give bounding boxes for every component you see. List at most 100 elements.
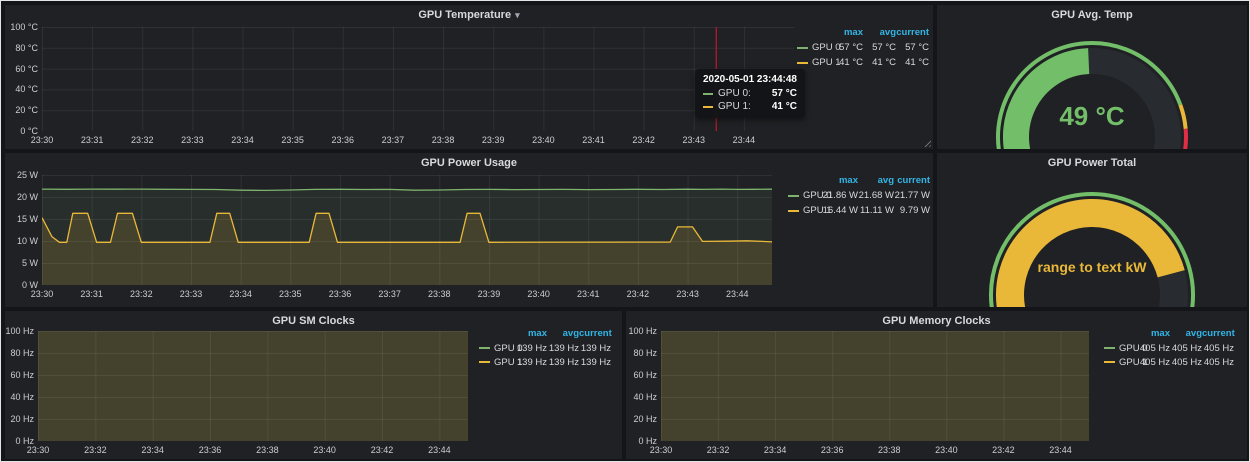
x-tick-label: 23:39 xyxy=(469,289,509,299)
legend-header-max[interactable]: max xyxy=(822,173,858,188)
x-tick-label: 23:41 xyxy=(568,289,608,299)
y-tick-label: 80 Hz xyxy=(626,348,657,358)
y-tick-label: 60 Hz xyxy=(5,370,34,380)
legend-header-current[interactable]: current xyxy=(579,327,611,341)
gpu-memory-clocks-chart[interactable]: 0 Hz20 Hz40 Hz60 Hz80 Hz100 Hz23:3023:32… xyxy=(626,311,1247,459)
legend-series-gpu-0: GPU 021.86 W21.68 W21.77 W xyxy=(788,188,930,203)
series-fill-gpu-1 xyxy=(661,331,1089,441)
gpu-power-usage-plot-area[interactable] xyxy=(42,175,772,285)
y-tick-label: 60 Hz xyxy=(626,370,657,380)
panel-title-text: GPU Memory Clocks xyxy=(882,315,990,327)
legend-value: 139 Hz xyxy=(579,343,611,354)
legend-header-current[interactable]: current xyxy=(1202,327,1234,341)
gpu-sm-clocks-plot-area[interactable] xyxy=(38,331,468,441)
x-tick-label: 23:38 xyxy=(247,445,287,455)
x-tick-label: 23:31 xyxy=(72,135,112,145)
legend-header-avg[interactable]: avg xyxy=(1170,327,1202,341)
x-tick-label: 23:34 xyxy=(223,135,263,145)
panel-title-gpu-avg-temp[interactable]: GPU Avg. Temp xyxy=(937,5,1247,25)
legend-value: 405 Hz xyxy=(1138,357,1170,368)
legend-header-avg[interactable]: avg xyxy=(863,25,896,40)
y-tick-label: 10 W xyxy=(5,236,38,246)
x-tick-label: 23:40 xyxy=(305,445,345,455)
x-tick-label: 23:39 xyxy=(473,135,513,145)
series-dash-icon xyxy=(1104,347,1115,349)
x-tick-label: 23:30 xyxy=(641,445,681,455)
legend-header: maxavgcurrent xyxy=(479,327,611,341)
legend-value: 57 °C xyxy=(896,42,929,53)
legend-header-max[interactable]: max xyxy=(830,25,863,40)
legend-series-gpu-1: GPU 116.44 W11.11 W9.79 W xyxy=(788,203,930,218)
x-tick-label: 23:34 xyxy=(755,445,795,455)
x-tick-label: 23:43 xyxy=(668,289,708,299)
legend-header-avg[interactable]: avg xyxy=(547,327,579,341)
legend-series-name[interactable]: GPU 1 xyxy=(1119,357,1138,368)
legend-header-max[interactable]: max xyxy=(515,327,547,341)
series-dash-icon xyxy=(788,195,799,197)
legend-series-name[interactable]: GPU 0 xyxy=(803,190,822,201)
panel-title-text: GPU Temperature xyxy=(418,9,511,21)
legend-series-name[interactable]: GPU 0 xyxy=(494,343,515,354)
x-tick-label: 23:35 xyxy=(270,289,310,299)
legend-value: 405 Hz xyxy=(1202,343,1234,354)
x-tick-label: 23:32 xyxy=(75,445,115,455)
legend-series-name[interactable]: GPU 1 xyxy=(494,357,515,368)
legend-series-name[interactable]: GPU 0 xyxy=(812,42,830,53)
series-dash-icon xyxy=(797,62,808,64)
x-tick-label: 23:32 xyxy=(698,445,738,455)
legend-header-current[interactable]: current xyxy=(896,25,929,40)
grafana-dashboard: GPU Temperature▾ 0 °C20 °C40 °C60 °C80 °… xyxy=(0,0,1250,462)
gpu-temperature-plot-area[interactable] xyxy=(42,27,794,131)
legend-value: 405 Hz xyxy=(1170,357,1202,368)
y-tick-label: 15 W xyxy=(5,214,38,224)
x-tick-label: 23:44 xyxy=(717,289,757,299)
panel-gpu-avg-temp: GPU Avg. Temp 49 °C xyxy=(937,5,1247,149)
legend-value: 405 Hz xyxy=(1170,343,1202,354)
y-tick-label: 80 °C xyxy=(5,43,38,53)
gpu-sm-clocks-chart[interactable]: 0 Hz20 Hz40 Hz60 Hz80 Hz100 Hz23:3023:32… xyxy=(5,311,622,459)
gpu-power-usage-chart[interactable]: 0 W5 W10 W15 W20 W25 W23:3023:3123:3223:… xyxy=(5,153,933,307)
legend-value: 9.79 W xyxy=(894,205,930,216)
y-tick-label: 60 °C xyxy=(5,64,38,74)
panel-title-text: GPU Power Total xyxy=(1048,157,1136,169)
tooltip-row: GPU 1: 41 °C xyxy=(703,101,797,112)
series-dash-icon xyxy=(797,47,808,49)
legend-value: 405 Hz xyxy=(1202,357,1234,368)
x-tick-label: 23:40 xyxy=(926,445,966,455)
y-tick-label: 20 W xyxy=(5,192,38,202)
x-tick-label: 23:38 xyxy=(869,445,909,455)
x-tick-label: 23:35 xyxy=(273,135,313,145)
panel-title-gpu-power-total[interactable]: GPU Power Total xyxy=(937,153,1247,173)
x-tick-label: 23:30 xyxy=(22,289,62,299)
x-tick-label: 23:43 xyxy=(674,135,714,145)
legend-series-name[interactable]: GPU 1 xyxy=(812,57,830,68)
series-dash-icon xyxy=(1104,361,1115,363)
legend-series-name[interactable]: GPU 0 xyxy=(1119,343,1138,354)
legend-series-gpu-1: GPU 1139 Hz139 Hz139 Hz xyxy=(479,355,611,369)
panel-gpu-memory-clocks: GPU Memory Clocks 0 Hz20 Hz40 Hz60 Hz80 … xyxy=(626,311,1247,459)
x-tick-label: 23:44 xyxy=(419,445,459,455)
legend-value: 16.44 W xyxy=(822,205,858,216)
panel-title-gpu-power-usage[interactable]: GPU Power Usage xyxy=(5,153,933,173)
x-tick-label: 23:30 xyxy=(22,135,62,145)
panel-title-gpu-temperature[interactable]: GPU Temperature ▾ xyxy=(5,5,933,25)
legend-header-current[interactable]: current xyxy=(894,173,930,188)
y-tick-label: 40 Hz xyxy=(626,392,657,402)
panel-title-text: GPU Avg. Temp xyxy=(1051,9,1133,21)
legend-header: maxavgcurrent xyxy=(1104,327,1234,341)
panel-gpu-power-total: GPU Power Total range to text kW xyxy=(937,153,1247,307)
legend-header: maxavgcurrent xyxy=(797,25,929,40)
series-dash-icon xyxy=(703,93,713,95)
x-tick-label: 23:44 xyxy=(1040,445,1080,455)
legend-series-gpu-0: GPU 0405 Hz405 Hz405 Hz xyxy=(1104,341,1234,355)
legend-header-avg[interactable]: avg xyxy=(858,173,894,188)
panel-menu-caret-icon[interactable]: ▾ xyxy=(515,10,520,20)
gauge-value-text: range to text kW xyxy=(937,259,1247,275)
legend-header-max[interactable]: max xyxy=(1138,327,1170,341)
legend-series-name[interactable]: GPU 1 xyxy=(803,205,822,216)
x-tick-label: 23:33 xyxy=(172,135,212,145)
gpu-memory-clocks-plot-area[interactable] xyxy=(661,331,1089,441)
legend-series-gpu-0: GPU 0139 Hz139 Hz139 Hz xyxy=(479,341,611,355)
x-tick-label: 23:37 xyxy=(373,135,413,145)
tooltip-timestamp: 2020-05-01 23:44:48 xyxy=(703,74,797,85)
